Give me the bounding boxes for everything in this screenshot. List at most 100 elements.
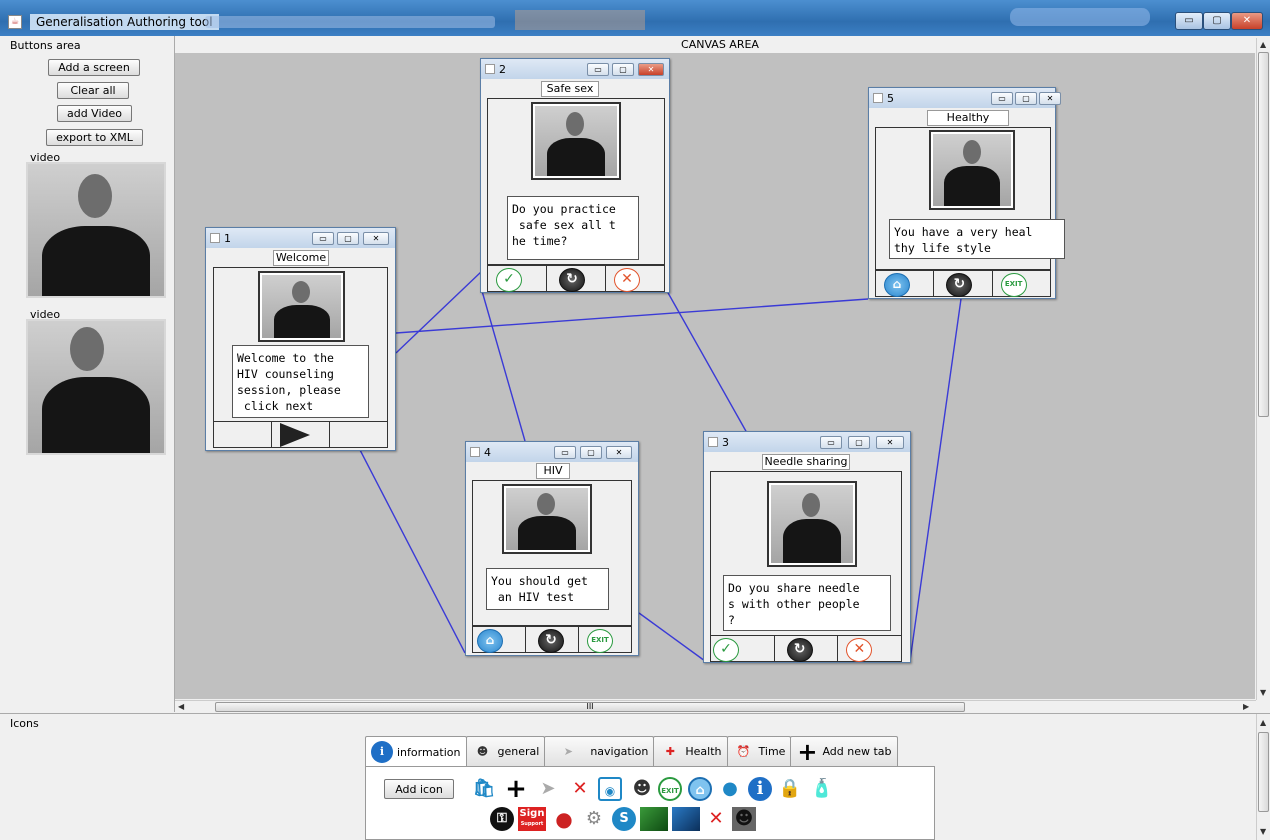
tab-add-new[interactable]: + Add new tab [790,736,898,766]
tab-general[interactable]: ☻ general [465,736,546,766]
maximize-button[interactable]: ▢ [580,446,602,459]
exit-button[interactable]: EXIT [579,627,631,653]
exit-icon: EXIT [587,629,613,653]
scroll-down-arrow-icon[interactable]: ▼ [1260,827,1266,836]
blurred-taskbar-item [515,10,645,30]
person-icon: ☻ [476,744,489,758]
yes-button[interactable]: ✓ [711,636,775,662]
plus-icon[interactable]: + [504,776,528,802]
screen-window-2[interactable]: 2 ▭ ▢ ✕ Safe sex Do you practice safe se… [480,58,670,293]
screen-window-1[interactable]: 1 ▭ ▢ ✕ Welcome Welcome to the HIV couns… [205,227,396,451]
sign-support-icon[interactable]: Sign Support [518,807,546,831]
maximize-button[interactable]: ▢ [1203,12,1231,30]
scroll-thumb[interactable] [1258,732,1269,812]
canvas-horizontal-scrollbar[interactable]: ◀ III ▶ [175,700,1256,713]
add-video-button[interactable]: add Video [57,105,132,122]
user-icon[interactable]: ● [718,777,742,801]
blank-icon[interactable] [460,807,484,831]
info-icon[interactable]: i [748,777,772,801]
minimize-button[interactable]: ▭ [554,446,576,459]
person-icon[interactable]: ☻ [630,777,654,801]
maximize-button[interactable]: ▢ [612,63,634,76]
no-button[interactable]: ✕ [606,266,664,292]
lock-icon[interactable]: 🔒 [778,777,802,801]
close-button[interactable]: ✕ [606,446,632,459]
scroll-thumb[interactable] [1258,52,1269,417]
screen-window-4[interactable]: 4 ▭ ▢ ✕ HIV You should get an HIV test ⌂… [465,441,639,656]
no-button[interactable]: ✕ [838,636,901,662]
buttons-area-label: Buttons area [10,39,81,52]
close-button[interactable]: ✕ [638,63,664,76]
canvas-vertical-scrollbar[interactable]: ▲ ▼ [1256,38,1270,700]
sign-text: Sign [519,808,545,819]
close-button[interactable]: ✕ [363,232,389,245]
add-screen-button[interactable]: Add a screen [48,59,140,76]
icons-vertical-scrollbar[interactable]: ▲ ▼ [1256,714,1270,840]
video-frame[interactable] [26,162,166,298]
key-icon[interactable]: ⚿ [490,807,514,831]
scroll-right-arrow-icon[interactable]: ▶ [1243,702,1249,711]
repeat-button[interactable]: ↻ [526,627,579,653]
tab-health[interactable]: ✚ Health [653,736,728,766]
close-button[interactable]: ✕ [876,436,904,449]
home-icon[interactable]: ⌂ [688,777,712,801]
minimize-button[interactable]: ▭ [587,63,609,76]
maximize-button[interactable]: ▢ [1015,92,1037,105]
navigation-arrow-icon[interactable]: ➤ [536,777,560,801]
maximize-button[interactable]: ▢ [337,232,359,245]
minimize-button[interactable]: ▭ [1175,12,1203,30]
close-button[interactable]: ✕ [1039,92,1061,105]
minimize-button[interactable]: ▭ [312,232,334,245]
exit-button[interactable]: EXIT [993,271,1050,297]
clear-all-button[interactable]: Clear all [57,82,129,99]
home-button[interactable]: ⌂ [876,271,935,297]
blue-square-icon[interactable] [672,807,700,831]
link-1-5 [395,298,869,334]
scroll-down-arrow-icon[interactable]: ▼ [1260,688,1266,697]
link-4-3 [638,612,706,662]
home-button[interactable]: ⌂ [473,627,526,653]
repeat-button[interactable]: ↻ [547,266,606,292]
screen-window-3[interactable]: 3 ▭ ▢ ✕ Needle sharing Do you share need… [703,431,911,663]
skype-icon[interactable]: S [612,807,636,831]
maximize-button[interactable]: ▢ [848,436,870,449]
scroll-thumb[interactable]: III [215,702,965,712]
screen-title-bar[interactable]: 5 ▭ ▢ ✕ [869,88,1061,108]
close-button[interactable]: ✕ [1231,12,1263,30]
gears-icon[interactable]: ⚙ [582,807,606,831]
reset-icon[interactable]: ● [552,807,576,831]
red-x-icon[interactable]: ✕ [568,777,592,801]
scroll-up-arrow-icon[interactable]: ▲ [1260,40,1266,49]
empty-cell [330,422,387,447]
scroll-left-arrow-icon[interactable]: ◀ [178,702,184,711]
tab-time[interactable]: ⏰ Time [726,736,792,766]
minimize-button[interactable]: ▭ [991,92,1013,105]
shopping-bag-add-icon[interactable]: 🛍 [472,777,496,801]
screen-title-bar[interactable]: 4 ▭ ▢ ✕ [466,442,638,462]
green-square-icon[interactable] [640,807,668,831]
screen-window-5[interactable]: 5 ▭ ▢ ✕ Healthy lifestyle You have a ver… [868,87,1065,299]
scroll-up-arrow-icon[interactable]: ▲ [1260,718,1266,727]
exit-icon[interactable]: EXIT [658,777,682,801]
tab-navigation[interactable]: ➤ navigation [544,736,655,766]
add-icon-button[interactable]: Add icon [384,779,454,799]
cancel-icon: ✕ [846,638,873,662]
next-button[interactable] [272,422,330,447]
yes-button[interactable]: ✓ [488,266,547,292]
canvas-area[interactable]: 1 ▭ ▢ ✕ Welcome Welcome to the HIV couns… [175,53,1255,699]
camera-icon[interactable]: ◉ [598,777,622,801]
export-xml-button[interactable]: export to XML [46,129,143,146]
minimize-button[interactable]: ▭ [820,436,842,449]
cancel-icon: ✕ [614,268,640,292]
repeat-button[interactable]: ↻ [934,271,993,297]
spray-bottle-icon[interactable]: 🧴 [810,777,834,801]
person-photo-icon[interactable]: ☻ [732,807,756,831]
screen-title-bar[interactable]: 1 ▭ ▢ ✕ [206,228,395,248]
tab-information[interactable]: i information [365,736,467,767]
screen-title-bar[interactable]: 3 ▭ ▢ ✕ [704,432,910,452]
video-frame[interactable] [26,319,166,455]
pencil-cross-icon[interactable]: ✕ [704,807,728,831]
repeat-button[interactable]: ↻ [775,636,839,662]
screen-title-bar[interactable]: 2 ▭ ▢ ✕ [481,59,669,79]
screen-button-row: ✓ ↻ ✕ [487,265,665,292]
